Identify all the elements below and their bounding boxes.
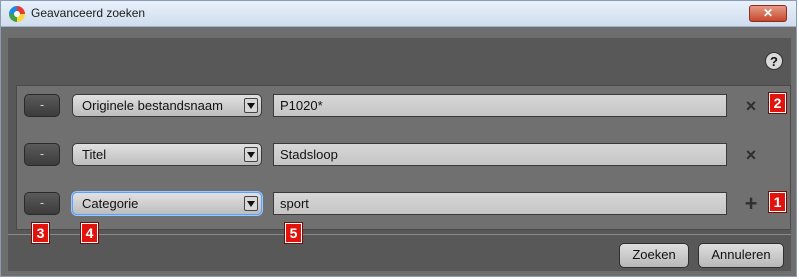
field-select[interactable]: Originele bestandsnaam [72, 94, 262, 117]
footer-divider [8, 234, 791, 235]
add-criterion-icon[interactable]: + [743, 193, 759, 215]
search-value-input[interactable] [273, 94, 727, 117]
field-select-value: Originele bestandsnaam [82, 98, 223, 113]
search-button[interactable]: Zoeken [619, 243, 689, 268]
search-value-input[interactable] [273, 143, 727, 166]
remove-criterion-icon[interactable]: × [743, 97, 759, 115]
close-button[interactable]: ✕ [749, 5, 787, 22]
dropdown-arrow-icon [244, 196, 258, 211]
title-bar[interactable]: Geavanceerd zoeken ✕ [1, 1, 796, 27]
cancel-button[interactable]: Annuleren [698, 243, 784, 268]
field-select-value: Categorie [82, 196, 139, 211]
window-title: Geavanceerd zoeken [31, 6, 146, 20]
callout-badge-1: 1 [768, 191, 787, 213]
callout-badge-5: 5 [284, 222, 303, 244]
field-select[interactable]: Titel [72, 143, 262, 166]
callout-badge-4: 4 [80, 222, 99, 244]
field-select[interactable]: Categorie [72, 192, 262, 215]
dropdown-arrow-icon [244, 98, 258, 113]
app-logo-icon [9, 6, 25, 22]
remove-row-button[interactable]: - [24, 94, 60, 117]
remove-criterion-icon[interactable]: × [743, 146, 759, 164]
advanced-search-dialog: Geavanceerd zoeken ✕ ? - Originele besta… [0, 0, 797, 277]
remove-row-button[interactable]: - [24, 143, 60, 166]
search-value-input[interactable] [273, 192, 727, 215]
remove-row-button[interactable]: - [24, 192, 60, 215]
callout-badge-2: 2 [768, 92, 787, 114]
dropdown-arrow-icon [244, 147, 258, 162]
dialog-content: ? - Originele bestandsnaam × - Titel × -… [8, 38, 791, 271]
help-icon[interactable]: ? [765, 52, 783, 70]
field-select-value: Titel [82, 147, 107, 162]
callout-badge-3: 3 [31, 222, 50, 244]
